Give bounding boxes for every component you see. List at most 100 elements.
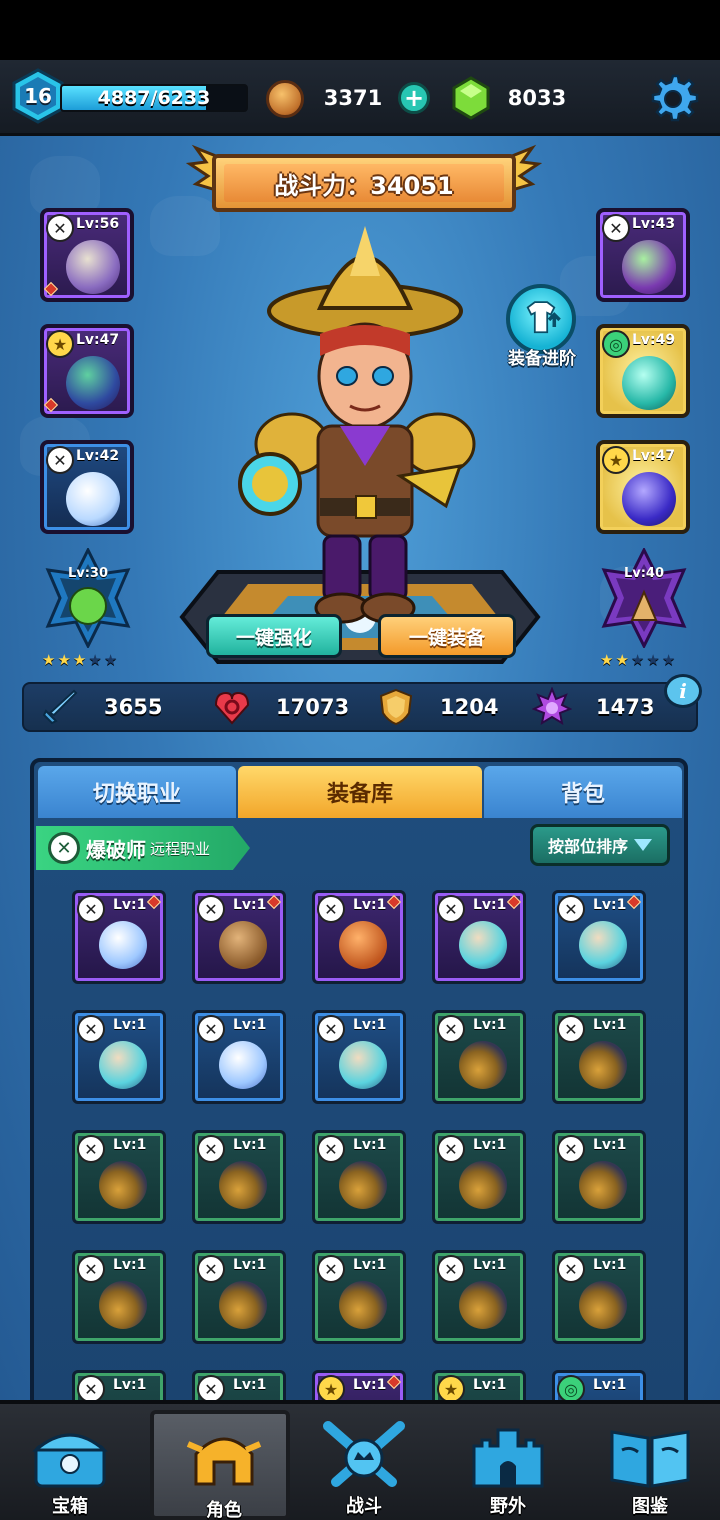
equipment-item[interactable]: ✕ Lv:1 [72,1130,166,1224]
item-level: Lv:1 [113,1257,147,1273]
equipment-item[interactable]: ✕ Lv:1 [432,1010,526,1104]
nav-chest[interactable]: 宝箱 [0,1410,140,1520]
equipment-item[interactable]: ✕ Lv:1 [432,1130,526,1224]
class-x-icon: ✕ [77,1135,105,1163]
corner-gem-icon [146,894,162,910]
star-badge-icon: ★ [602,446,630,474]
class-type: 远程职业 [150,839,211,858]
equipment-item[interactable]: ✕ Lv:1 [192,1130,286,1224]
equipment-item[interactable]: ✕ Lv:1 [552,890,646,984]
gem-count: 8033 [507,86,567,110]
item-level: Lv:1 [353,1137,387,1153]
equip-slot-ring[interactable]: ★ Lv:47 [596,440,690,534]
equipment-item[interactable]: ✕ Lv:1 [432,1250,526,1344]
top-bar: 16 4887/6233 3371 + 8033 [0,60,720,136]
tab-armory[interactable]: 装备库 [238,766,482,818]
hero-character[interactable] [220,216,500,636]
class-x-icon: ✕ [197,895,225,923]
item-level: Lv:1 [593,1137,627,1153]
shield-icon [379,688,413,726]
item-level: Lv:1 [593,1377,627,1393]
crit-stat: 1473 [532,684,654,730]
class-x-icon: ✕ [437,895,465,923]
equipment-item[interactable]: ✕ Lv:1 [312,890,406,984]
equipment-item[interactable]: ✕ Lv:1 [72,890,166,984]
xp-text: 4887/6233 [97,87,211,109]
equipment-item[interactable]: ★ Lv:1 [312,1370,406,1400]
equipment-item[interactable]: ✕ Lv:1 [552,1250,646,1344]
item-level: Lv:1 [233,1377,267,1393]
status-bar-area [0,0,720,60]
equipment-item[interactable]: ✕ Lv:1 [432,890,526,984]
equipment-item[interactable]: ✕ Lv:1 [312,1130,406,1224]
quick-equip-button[interactable]: 一键装备 [378,614,516,658]
settings-gear-icon[interactable] [646,72,700,126]
class-x-icon: ✕ [197,1135,225,1163]
nav-label: 图鉴 [632,1496,668,1517]
nav-wild[interactable]: 野外 [438,1410,578,1520]
equipment-item[interactable]: ✕ Lv:1 [72,1250,166,1344]
gem-icon [452,76,490,120]
defense-stat: 1204 [376,684,498,730]
item-art-icon [219,1281,267,1329]
star-filled-icon: ★ [615,651,629,669]
rune-slot-left[interactable]: Lv:30 [38,546,138,650]
star-filled-icon: ★ [57,651,71,669]
item-level: Lv:1 [113,1137,147,1153]
info-button[interactable]: i [664,674,702,708]
class-x-icon: ✕ [602,214,630,242]
item-level: Lv:1 [233,1137,267,1153]
bottom-nav: 宝箱 角色 战斗 野外 图鉴 [0,1400,720,1520]
slot-level: Lv:49 [632,332,676,348]
equipment-item[interactable]: ✕ Lv:1 [72,1370,166,1400]
equipment-item[interactable]: ✕ Lv:1 [312,1010,406,1104]
player-level: 16 [24,84,52,108]
crossed-swords-icon [323,1421,405,1487]
tab-backpack[interactable]: 背包 [484,766,682,818]
equipment-item[interactable]: ✕ Lv:1 [552,1010,646,1104]
equipment-item[interactable]: ✕ Lv:1 [312,1250,406,1344]
star-filled-icon: ★ [72,651,87,669]
equip-slot-boots[interactable]: ✕ Lv:42 [40,440,134,534]
corner-gem-icon [626,894,642,910]
class-x-icon: ✕ [48,832,80,864]
gloves-icon [622,240,676,294]
star-frame-icon [601,546,687,650]
item-level: Lv:1 [353,1377,387,1393]
equipment-item[interactable]: ✕ Lv:1 [72,1010,166,1104]
quick-enhance-button[interactable]: 一键强化 [206,614,342,658]
nav-battle[interactable]: 战斗 [294,1410,434,1520]
star-frame-icon [45,546,131,650]
equipment-item[interactable]: ★ Lv:1 [432,1370,526,1400]
equipment-grid: ✕ Lv:1 ✕ Lv:1 ✕ Lv:1 ✕ Lv:1 ✕ Lv:1 ✕ Lv:1 ✕ Lv:1 ✕ Lv:1… [72,890,652,1400]
star-badge-icon: ★ [317,1375,345,1400]
class-x-icon: ✕ [77,1255,105,1283]
equip-slot-armor[interactable]: ★ Lv:47 [40,324,134,418]
item-level: Lv:1 [593,897,627,913]
equipment-item[interactable]: ✕ Lv:1 [192,1370,286,1400]
equip-slot-gloves[interactable]: ✕ Lv:43 [596,208,690,302]
sort-by-slot-button[interactable]: 按部位排序 [530,824,670,866]
rune-slot-right[interactable]: Lv:40 [594,546,694,650]
nav-codex[interactable]: 图鉴 [580,1410,720,1520]
health-stat: 17073 [212,684,349,730]
tab-switch-class[interactable]: 切换职业 [38,766,236,818]
item-art-icon [99,1161,147,1209]
add-coins-button[interactable]: + [398,82,430,114]
necklace-icon [622,356,676,410]
class-x-icon: ✕ [46,446,74,474]
player-level-badge[interactable]: 16 [10,68,66,124]
star-badge-icon: ★ [46,330,74,358]
equip-slot-necklace[interactable]: ◎ Lv:49 [596,324,690,418]
equip-slot-helmet[interactable]: ✕ Lv:56 [40,208,134,302]
equipment-item[interactable]: ✕ Lv:1 [552,1130,646,1224]
item-level: Lv:1 [473,1017,507,1033]
equipment-item[interactable]: ✕ Lv:1 [192,890,286,984]
armor-icon [66,356,120,410]
coin-count: 3371 [323,86,383,110]
equipment-item[interactable]: ◎ Lv:1 [552,1370,646,1400]
boots-icon [66,472,120,526]
equipment-item[interactable]: ✕ Lv:1 [192,1010,286,1104]
equipment-item[interactable]: ✕ Lv:1 [192,1250,286,1344]
nav-character[interactable]: 角色 [150,1410,290,1520]
